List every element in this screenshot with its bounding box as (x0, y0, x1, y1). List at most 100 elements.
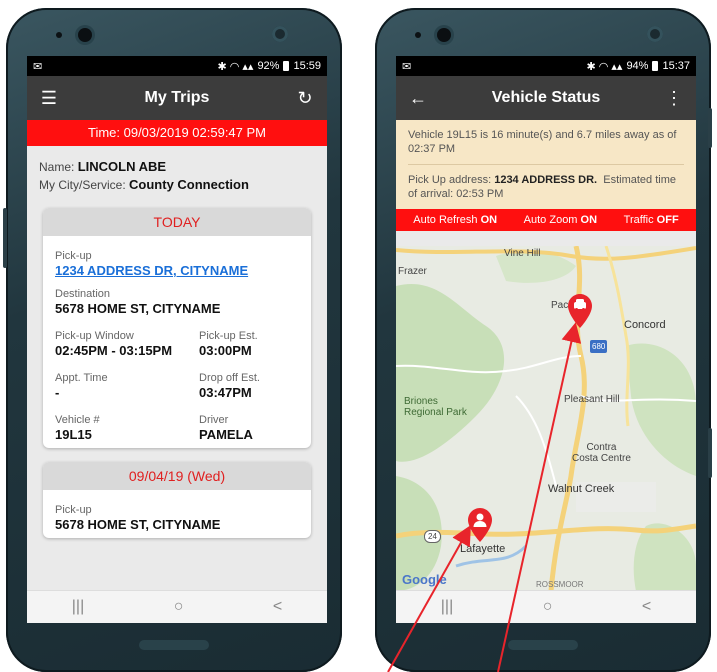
vehicle-distance-text: Vehicle 19L15 is 16 minute(s) and 6.7 mi… (408, 129, 677, 155)
toggle-label: Auto Zoom (523, 214, 578, 226)
pickup-value: 5678 HOME ST, CITYNAME (55, 517, 221, 532)
map-view[interactable]: Vine Hill Frazer Pach Concord 680 Brione… (396, 246, 696, 591)
home-icon[interactable]: ○ (543, 598, 553, 616)
map-label-contra-costa: Contra Costa Centre (572, 442, 631, 464)
clock: 15:37 (662, 60, 690, 72)
clock: 15:59 (293, 60, 321, 72)
name-value: LINCOLN ABE (77, 159, 167, 174)
auto-refresh-toggle[interactable]: Auto Refresh ON (413, 214, 497, 226)
card-header: TODAY (43, 208, 311, 236)
screen-my-trips: ✉ ✱ ◠ ▴▴ 92% 15:59 ☰ My Trips ↻ Time: 09… (27, 56, 327, 623)
trip-card-next[interactable]: 09/04/19 (Wed) Pick-up 5678 HOME ST, CIT… (43, 462, 311, 538)
destination-value: 5678 HOME ST, CITYNAME (55, 301, 221, 316)
sensor-dot (56, 32, 62, 38)
status-bar: ✉ ✱ ◠ ▴▴ 92% 15:59 (27, 56, 327, 76)
toggle-state: ON (580, 214, 598, 226)
map-label-hw680: 680 (590, 340, 608, 353)
phone-left: ✉ ✱ ◠ ▴▴ 92% 15:59 ☰ My Trips ↻ Time: 09… (3, 8, 342, 672)
vehicle-value: 19L15 (55, 427, 92, 442)
map-label-frazer: Frazer (398, 266, 427, 277)
toggle-state: OFF (656, 214, 679, 226)
page-title: My Trips (144, 89, 210, 106)
overflow-menu-icon[interactable]: ⋮ (664, 88, 684, 109)
traffic-toggle[interactable]: Traffic OFF (624, 214, 679, 226)
message-icon: ✉ (402, 60, 412, 73)
app-bar: ☰ My Trips ↻ (27, 76, 327, 120)
trip-card-today[interactable]: TODAY Pick-up 1234 ADDRESS DR, CITYNAME … (43, 208, 311, 448)
toggle-label: Auto Refresh (413, 214, 478, 226)
message-icon: ✉ (33, 60, 43, 73)
city-value: County Connection (129, 177, 249, 192)
destination-label: Destination (55, 288, 111, 300)
home-icon[interactable]: ○ (174, 598, 184, 616)
map-label-concord: Concord (624, 319, 666, 331)
name-label: Name: (39, 160, 75, 174)
pickup-est-value: 03:00PM (199, 343, 252, 358)
appt-time-label: Appt. Time (55, 372, 108, 384)
volume-button (3, 208, 7, 268)
auto-zoom-toggle[interactable]: Auto Zoom ON (524, 214, 597, 226)
battery-icon (652, 61, 659, 71)
pickup-eta-text: Pick Up address: 1234 ADDRESS DR. Estima… (408, 173, 684, 201)
pickup-est-label: Pick-up Est. (199, 330, 258, 342)
pickup-label: Pick-up (55, 504, 92, 516)
map-background (396, 246, 696, 591)
back-arrow-icon[interactable]: ← (408, 88, 428, 109)
map-label-hw24: 24 (424, 530, 441, 543)
map-label-walnut-creek: Walnut Creek (548, 483, 615, 495)
recent-apps-icon[interactable]: ||| (72, 598, 84, 616)
status-bar: ✉ ✱ ◠ ▴▴ 94% 15:37 (396, 56, 696, 76)
back-icon[interactable]: < (273, 598, 282, 616)
toggle-state: ON (480, 214, 498, 226)
driver-label: Driver (199, 414, 229, 426)
google-logo: Google (402, 572, 447, 587)
front-camera (437, 28, 451, 42)
battery-percent: 92% (257, 60, 280, 72)
signal-icons: ✱ ◠ ▴▴ (217, 60, 254, 73)
power-button (708, 108, 712, 148)
front-camera (78, 28, 92, 42)
driver-value: PAMELA (199, 427, 253, 442)
map-label-rossmoor: ROSSMOOR (536, 580, 584, 589)
page-title: Vehicle Status (491, 89, 601, 106)
person-info: Name: LINCOLN ABE My City/Service: Count… (27, 146, 327, 202)
volume-button (708, 428, 712, 478)
dropoff-est-value: 03:47PM (199, 385, 252, 400)
phone-chin (139, 640, 209, 650)
card-header: 09/04/19 (Wed) (43, 462, 311, 490)
pickup-address-link[interactable]: 1234 ADDRESS DR, CITYNAME (55, 263, 299, 278)
hamburger-menu-icon[interactable]: ☰ (39, 88, 59, 109)
toggle-label: Traffic (623, 214, 654, 226)
appt-time-value: - (55, 385, 60, 400)
proximity-sensor (272, 26, 288, 42)
screen-vehicle-status: ✉ ✱ ◠ ▴▴ 94% 15:37 ← Vehicle Status ⋮ Ve… (396, 56, 696, 623)
pickup-location-marker-icon[interactable] (468, 508, 492, 542)
map-label-pleasant-hill: Pleasant Hill (564, 394, 620, 405)
refresh-icon[interactable]: ↻ (295, 88, 315, 109)
phone-chin (508, 640, 578, 650)
pickup-prefix: Pick Up address: (408, 174, 495, 186)
recent-apps-icon[interactable]: ||| (441, 598, 453, 616)
pickup-window-label: Pick-up Window (55, 330, 134, 342)
vehicle-info-panel: Vehicle 19L15 is 16 minute(s) and 6.7 mi… (396, 120, 696, 209)
battery-icon (283, 61, 290, 71)
battery-percent: 94% (626, 60, 649, 72)
time-banner: Time: 09/03/2019 02:59:47 PM (27, 120, 327, 146)
pickup-address: 1234 ADDRESS DR. (494, 174, 598, 186)
back-icon[interactable]: < (642, 598, 651, 616)
city-label: My City/Service: (39, 178, 126, 192)
sensor-dot (415, 32, 421, 38)
pickup-label: Pick-up (55, 250, 92, 262)
proximity-sensor (647, 26, 663, 42)
vehicle-label: Vehicle # (55, 414, 100, 426)
android-nav-bar: ||| ○ < (27, 590, 327, 623)
dropoff-est-label: Drop off Est. (199, 372, 260, 384)
phone-right: ✉ ✱ ◠ ▴▴ 94% 15:37 ← Vehicle Status ⋮ Ve… (375, 8, 712, 672)
android-nav-bar: ||| ○ < (396, 590, 696, 623)
map-label-briones: Briones Regional Park (404, 396, 467, 418)
toggle-bar: Auto Refresh ON Auto Zoom ON Traffic OFF (396, 209, 696, 231)
map-label-lafayette: Lafayette (460, 543, 506, 555)
map-label-vine-hill: Vine Hill (504, 248, 541, 259)
vehicle-marker-icon[interactable] (568, 294, 592, 328)
signal-icons: ✱ ◠ ▴▴ (586, 60, 623, 73)
